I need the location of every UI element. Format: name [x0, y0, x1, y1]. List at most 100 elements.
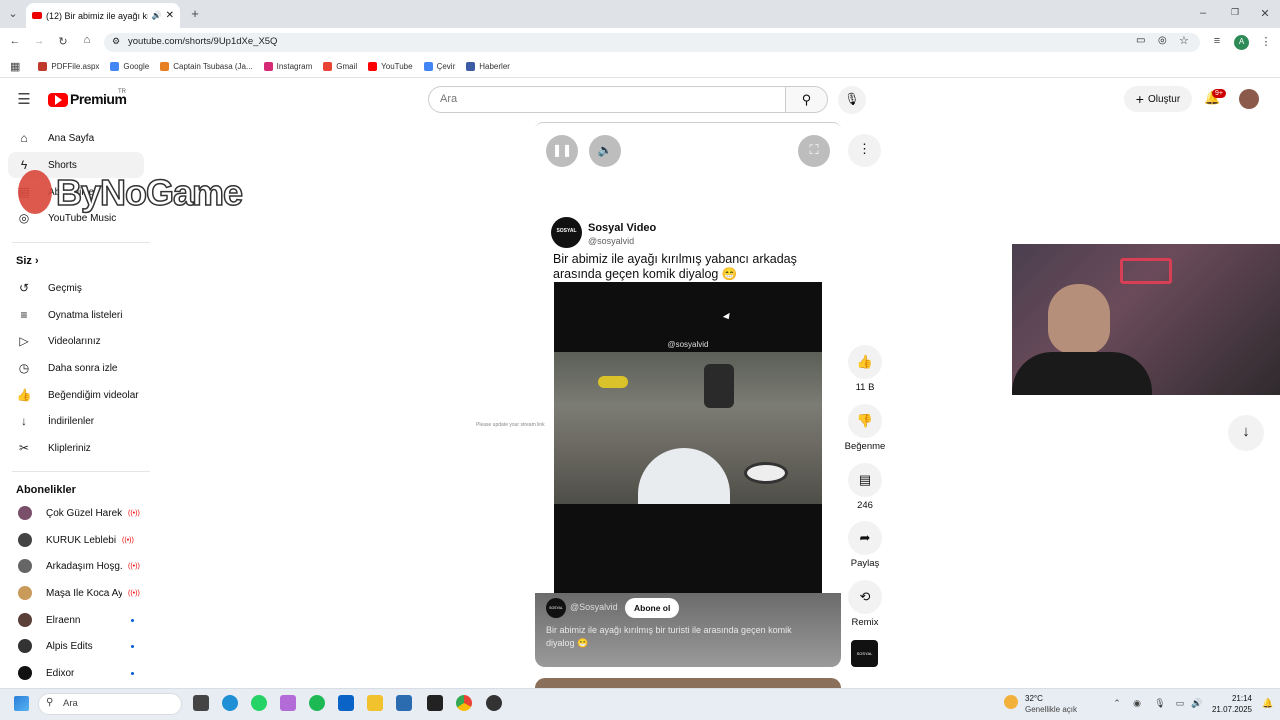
clock-date[interactable]: 21.07.2025	[1206, 705, 1252, 714]
overlay-channel-avatar[interactable]: SOSYAL	[546, 598, 566, 618]
subscription-item[interactable]: Maşa İle Koca Ayı ((•))	[8, 580, 144, 606]
menu-hamburger-icon[interactable]: ☰	[16, 90, 32, 108]
site-info-icon[interactable]: ⚙	[112, 36, 120, 47]
sidebar-item-playlists[interactable]: ≡ Oynatma listeleri	[8, 302, 144, 328]
edge-icon[interactable]	[222, 695, 238, 711]
apps-grid-icon[interactable]: ▦	[10, 60, 20, 73]
subscription-item[interactable]: KURUK Leblebi ((•))	[8, 527, 144, 553]
close-tab-icon[interactable]: ✕	[166, 10, 174, 21]
chrome-icon[interactable]	[456, 695, 472, 711]
bookmark-item[interactable]: Captain Tsubasa (Ja...	[160, 62, 253, 71]
channel-name: Elraenn	[46, 614, 81, 626]
task-view-icon[interactable]	[193, 695, 209, 711]
mail-icon[interactable]	[396, 695, 412, 711]
new-tab-button[interactable]: +	[188, 6, 202, 21]
subscriptions-heading: Abonelikler	[16, 484, 76, 496]
sidebar-item-label: Klipleriniz	[48, 442, 91, 454]
epic-games-icon[interactable]	[427, 695, 443, 711]
tray-app-icon[interactable]: ◉	[1130, 698, 1144, 709]
remix-button[interactable]: ⟲	[848, 580, 882, 614]
channel-avatar[interactable]: SOSYAL	[551, 217, 582, 248]
subscription-item[interactable]: Alpis Edits	[8, 633, 144, 659]
back-icon[interactable]: ←	[8, 35, 22, 47]
media-controls-icon[interactable]: ≡	[1210, 35, 1224, 47]
copilot-icon[interactable]	[280, 695, 296, 711]
eye-off-icon[interactable]: ◎	[1158, 35, 1167, 46]
fullscreen-icon[interactable]: ⛶	[798, 135, 830, 167]
notification-center-icon[interactable]: 🔔	[1262, 698, 1274, 709]
streamer-face-image	[1048, 284, 1110, 354]
spotify-icon[interactable]	[309, 695, 325, 711]
next-short-arrow-icon[interactable]: ↓	[1228, 415, 1264, 451]
sidebar-item-home[interactable]: ⌂ Ana Sayfa	[8, 125, 144, 151]
home-button-icon[interactable]: ⌂	[80, 34, 94, 46]
bookmark-item[interactable]: Google	[110, 62, 149, 71]
bookmark-item[interactable]: Instagram	[263, 62, 312, 71]
youtube-logo-icon[interactable]	[48, 93, 68, 107]
tray-volume-icon[interactable]: 🔊	[1191, 698, 1203, 709]
bookmark-item[interactable]: Çevir	[423, 62, 455, 71]
next-short-preview[interactable]	[535, 678, 841, 688]
audio-icon[interactable]: 🔊	[152, 11, 162, 20]
share-button[interactable]: ➦	[848, 521, 882, 555]
overlay-channel-handle[interactable]: @Sosyalvid	[570, 602, 618, 612]
whatsapp-icon[interactable]	[251, 695, 267, 711]
pause-icon[interactable]: ❚❚	[546, 135, 578, 167]
file-explorer-icon[interactable]	[367, 695, 383, 711]
subscription-item[interactable]: Arkadaşım Hoşg... ((•))	[8, 553, 144, 579]
outlook-icon[interactable]	[338, 695, 354, 711]
browser-tab[interactable]: (12) Bir abimiz ile ayağı kırı 🔊 ✕	[26, 3, 180, 28]
profile-avatar[interactable]: A	[1234, 35, 1249, 50]
browser-menu-icon[interactable]: ⋮	[1260, 35, 1272, 48]
comments-button[interactable]: ▤	[848, 463, 882, 497]
short-video[interactable]: @sosyalvid	[554, 282, 822, 593]
close-window-icon[interactable]: ✕	[1258, 7, 1272, 20]
microphone-icon[interactable]: 🎙	[838, 86, 866, 114]
sidebar-item-your-videos[interactable]: ▷ Videolarınız	[8, 328, 144, 354]
tray-network-icon[interactable]: ▭	[1174, 698, 1186, 709]
subscription-item[interactable]: Çok Güzel Harek... ((•))	[8, 500, 144, 526]
account-avatar[interactable]	[1239, 89, 1259, 109]
bookmark-item[interactable]: YouTube	[368, 62, 413, 71]
create-button[interactable]: + Oluştur	[1124, 86, 1192, 112]
search-icon[interactable]: ⚲	[785, 86, 828, 113]
sidebar-item-history[interactable]: ↺ Geçmiş	[8, 275, 144, 301]
forward-icon[interactable]: →	[32, 35, 46, 47]
browser-tab-strip: ⌄ (12) Bir abimiz ile ayağı kırı 🔊 ✕ + –…	[0, 0, 1280, 28]
like-button[interactable]: 👍	[848, 345, 882, 379]
like-count: 11 B	[855, 382, 875, 393]
bookmark-item[interactable]: Haberler	[466, 62, 510, 71]
windows-start-icon[interactable]	[14, 696, 29, 711]
sidebar-item-clips[interactable]: ✂ Klipleriniz	[8, 435, 144, 461]
bookmark-item[interactable]: Gmail	[323, 62, 357, 71]
sidebar-item-downloads[interactable]: ↓ İndirilenler	[8, 408, 144, 434]
channel-avatar	[18, 639, 32, 653]
channel-name[interactable]: Sosyal Video	[588, 222, 656, 234]
address-bar[interactable]: ⚙ youtube.com/shorts/9Up1dXe_X5Q ▭ ◎ ☆	[104, 33, 1200, 52]
sound-thumbnail[interactable]: SOSYAL	[851, 640, 878, 667]
minimize-icon[interactable]: –	[1196, 7, 1210, 19]
weather-sun-icon[interactable]	[1004, 695, 1018, 709]
obs-icon[interactable]	[486, 695, 502, 711]
subscription-item[interactable]: Edixor	[8, 660, 144, 686]
tab-search-icon[interactable]: ⌄	[6, 7, 20, 20]
volume-icon[interactable]: 🔈	[589, 135, 621, 167]
restore-icon[interactable]: ❐	[1228, 7, 1242, 18]
reload-icon[interactable]: ↻	[56, 35, 70, 48]
more-options-icon[interactable]: ⋮	[848, 134, 881, 167]
sidebar-item-watch-later[interactable]: ◷ Daha sonra izle	[8, 355, 144, 381]
taskbar-search-input[interactable]: ⚲ Ara	[38, 693, 182, 715]
subscription-item[interactable]: Elraenn	[8, 607, 144, 633]
channel-handle[interactable]: @sosyalvid	[588, 236, 634, 246]
search-input[interactable]: Ara	[428, 86, 786, 113]
sidebar-item-liked-videos[interactable]: 👍 Beğendiğim videolar	[8, 382, 144, 408]
cast-icon[interactable]: ▭	[1136, 35, 1145, 46]
tray-microphone-icon[interactable]: 🎙	[1154, 698, 1166, 709]
you-section-heading[interactable]: Siz ›	[16, 255, 39, 267]
bookmark-item[interactable]: PDFFile.aspx	[38, 62, 99, 71]
bookmark-star-icon[interactable]: ☆	[1179, 34, 1189, 47]
subscribe-button[interactable]: Abone ol	[625, 598, 680, 618]
tray-chevron-up-icon[interactable]: ⌃	[1111, 698, 1123, 709]
dislike-button[interactable]: 👎	[848, 404, 882, 438]
clock-time[interactable]: 21:14	[1212, 694, 1252, 703]
